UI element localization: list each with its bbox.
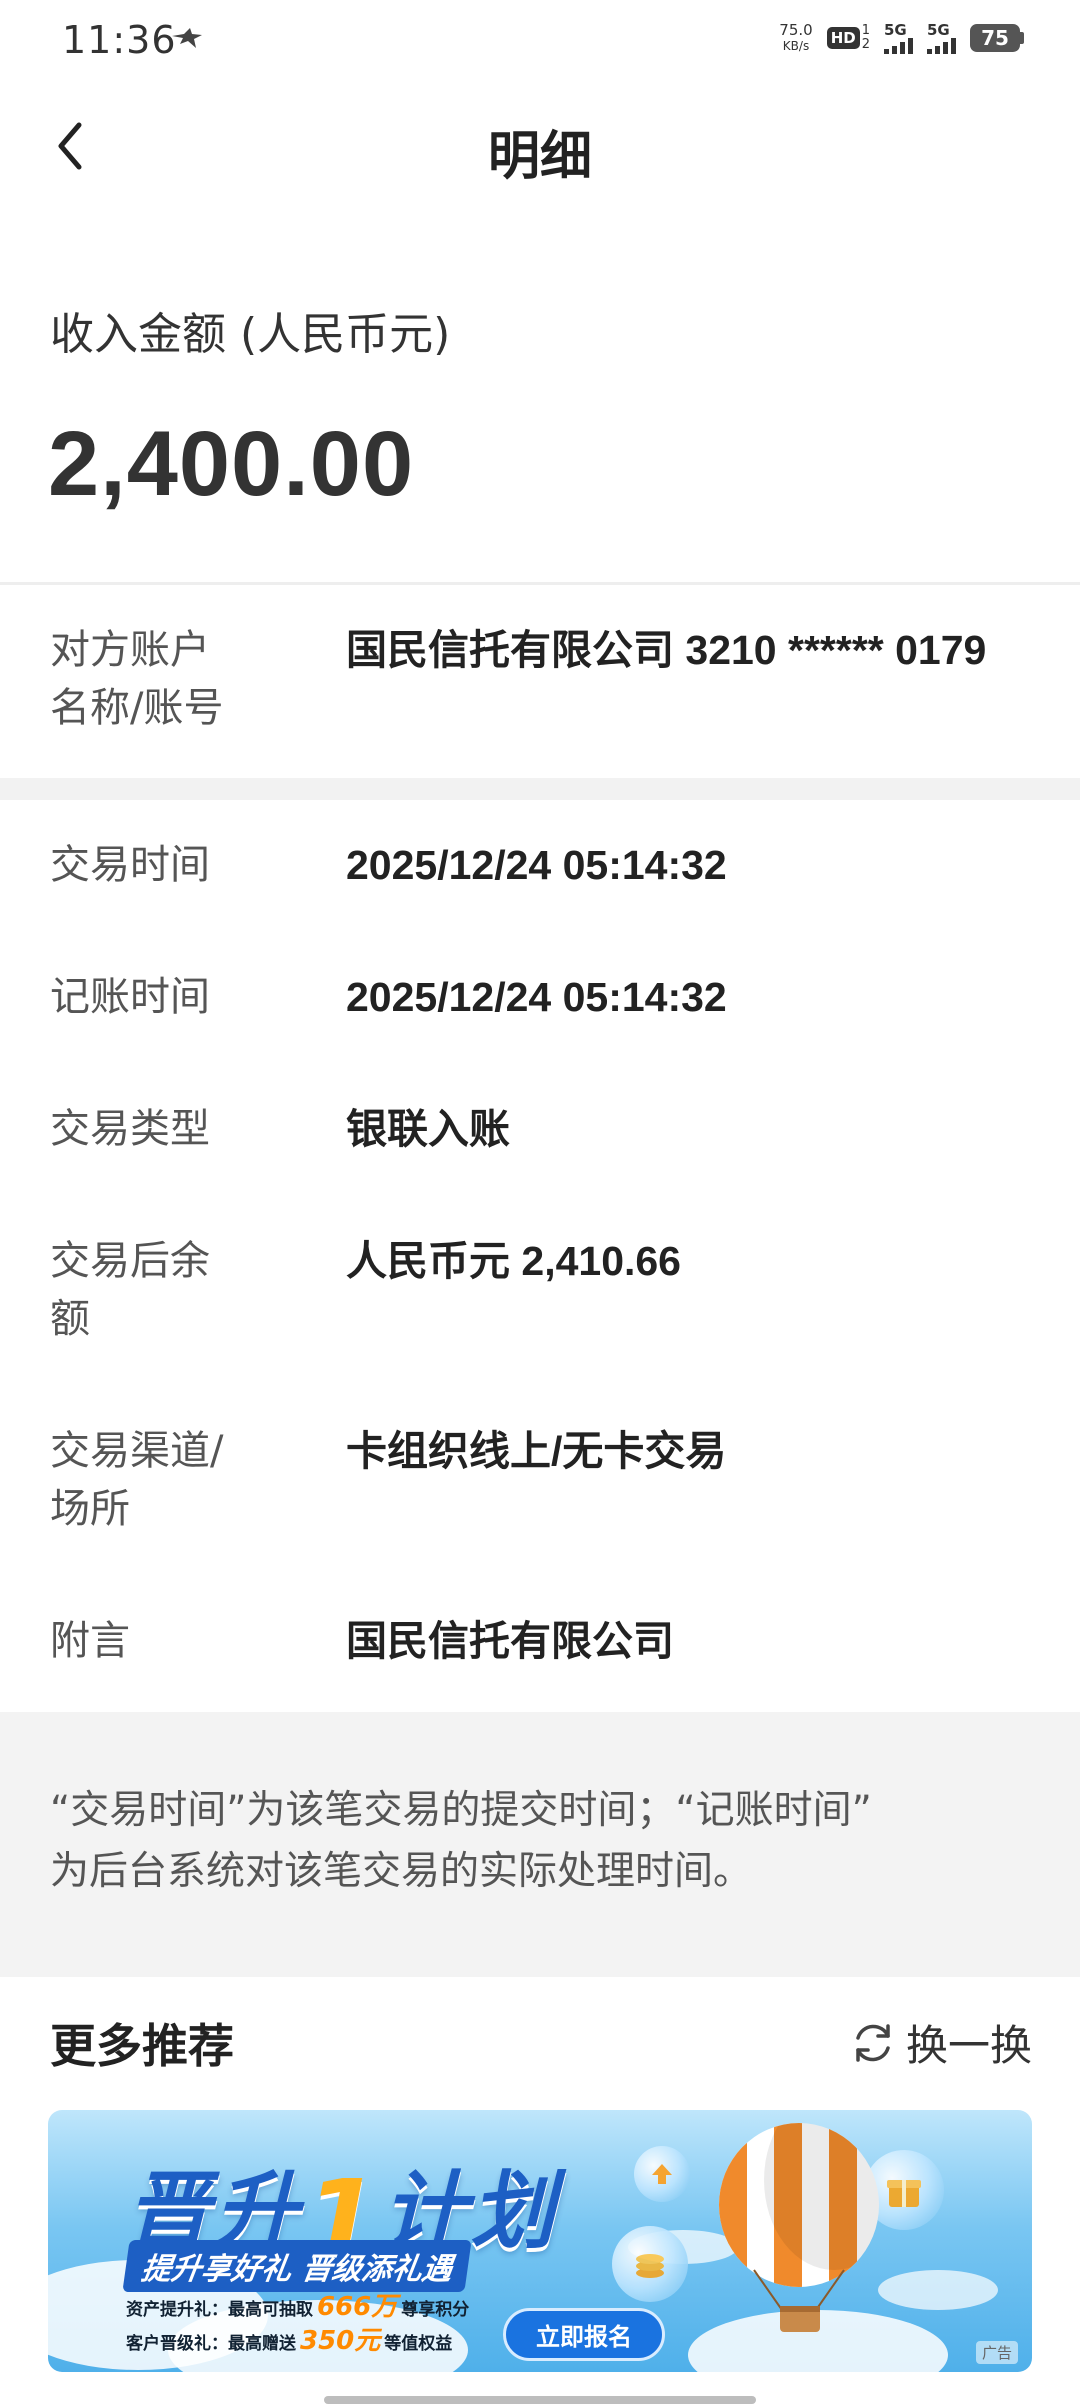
promo-banner[interactable]: 晋升 1 计划 提升享好礼 晋级添礼遇 资产提升礼：最高可抽取 666万 尊享积分 … — [48, 2110, 1032, 2372]
net-speed: 75.0 KB/s — [779, 22, 812, 54]
detail-label: 交易时间 — [50, 842, 210, 888]
banner-line-1: 资产提升礼：最高可抽取 666万 尊享积分 — [126, 2286, 469, 2323]
counterparty-label: 对方账户 名称/账号 — [50, 621, 250, 737]
counterparty-label-line1: 对方账户 — [50, 627, 210, 673]
detail-value: 2025/12/24 05:14:32 — [346, 974, 727, 1020]
detail-value: 银联入账 — [346, 1106, 510, 1152]
page-title: 明细 — [487, 127, 592, 187]
detail-label: 交易后余 额 — [50, 1232, 250, 1348]
banner-line1-suffix: 尊享积分 — [401, 2300, 470, 2320]
signal-bars-sim1 — [884, 38, 913, 54]
banner-line-2: 客户晋级礼：最高赠送 350元 等值权益 — [126, 2320, 452, 2357]
detail-value: 人民币元 2,410.66 — [346, 1238, 681, 1284]
detail-label-line1: 交易渠道/ — [50, 1428, 224, 1474]
refresh-button[interactable]: 换一换 — [850, 2012, 1032, 2073]
counterparty-row: 对方账户 名称/账号 国民信托有限公司 3210 ****** 0179 — [0, 585, 1080, 778]
section-separator — [0, 778, 1080, 800]
detail-label-line1: 交易后余 — [50, 1238, 210, 1284]
detail-value: 2025/12/24 05:14:32 — [346, 842, 727, 888]
status-icons: 75.0 KB/s HD 1 2 5G 5G 75 — [779, 22, 1024, 54]
hd-icon: HD 1 2 — [826, 24, 870, 52]
refresh-icon — [856, 2023, 890, 2062]
detail-label: 交易渠道/ 场所 — [50, 1422, 250, 1538]
net-speed-unit: KB/s — [782, 39, 810, 53]
battery-level: 75 — [970, 24, 1020, 52]
detail-label: 交易类型 — [50, 1106, 210, 1152]
note-text: “交易时间”为该笔交易的提交时间；“记账时间” 为后台系统对该笔交易的实际处理时… — [50, 1780, 1040, 1902]
detail-label: 附言 — [50, 1618, 130, 1664]
hot-air-balloon-icon — [719, 2123, 879, 2332]
refresh-label: 换一换 — [905, 2021, 1032, 2070]
banner-line2-suffix: 等值权益 — [384, 2334, 453, 2354]
coins-icon — [612, 2226, 688, 2302]
ad-tag: 广告 — [975, 2341, 1018, 2364]
arrow-up-icon — [634, 2146, 690, 2202]
banner-line1-prefix: 资产提升礼：最高可抽取 — [126, 2300, 313, 2320]
net-speed-value: 75.0 — [779, 21, 813, 39]
banner-line2-prefix: 客户晋级礼：最高赠送 — [126, 2334, 296, 2354]
counterparty-value: 国民信托有限公司 3210 ****** 0179 — [346, 627, 987, 673]
amount-value: 2,400.00 — [48, 413, 415, 515]
signal-icon-sim1: 5G — [884, 22, 913, 54]
detail-label: 记账时间 — [50, 974, 210, 1020]
banner-line1-highlight: 666万 — [317, 2292, 398, 2322]
banner-line2-highlight: 350元 — [300, 2326, 381, 2356]
status-time: 11:36 — [62, 18, 177, 62]
battery-icon: 75 — [970, 24, 1024, 52]
nav-bar: 明细 — [0, 84, 1080, 212]
transaction-details: 交易时间 2025/12/24 05:14:32 记账时间 2025/12/24… — [0, 800, 1080, 1712]
hd-sub-top: 1 — [861, 23, 870, 38]
time-note: “交易时间”为该笔交易的提交时间；“记账时间” 为后台系统对该笔交易的实际处理时… — [0, 1712, 1080, 1977]
amount-label: 收入金额 (人民币元) — [50, 309, 451, 360]
counterparty-label-line2: 名称/账号 — [50, 685, 224, 731]
detail-value: 卡组织线上/无卡交易 — [346, 1428, 727, 1474]
hd-sub: 1 2 — [862, 24, 870, 52]
banner-subtitle: 提升享好礼 晋级添礼遇 — [122, 2240, 473, 2292]
hd-sub-bottom: 2 — [861, 37, 870, 52]
hd-label: HD — [826, 27, 860, 49]
more-recommendations-title: 更多推荐 — [50, 2019, 234, 2073]
banner-cta-button[interactable]: 立即报名 — [503, 2308, 665, 2361]
signal-bars-sim2 — [927, 38, 956, 54]
note-line2: 为后台系统对该笔交易的实际处理时间。 — [50, 1849, 753, 1894]
signal-icon-sim2: 5G — [927, 22, 956, 54]
sim2-label: 5G — [927, 21, 950, 39]
detail-value: 国民信托有限公司 — [346, 1618, 674, 1664]
sim1-label: 5G — [884, 21, 907, 39]
amount-section: 收入金额 (人民币元) 2,400.00 — [0, 212, 1080, 582]
detail-label-line2: 额 — [50, 1296, 90, 1342]
bird-icon — [172, 28, 202, 48]
detail-label-line2: 场所 — [50, 1486, 130, 1532]
note-line1: “交易时间”为该笔交易的提交时间；“记账时间” — [50, 1788, 872, 1833]
home-indicator[interactable] — [324, 2396, 756, 2404]
status-bar: 11:36 75.0 KB/s HD 1 2 5G 5G 75 — [0, 0, 1080, 84]
